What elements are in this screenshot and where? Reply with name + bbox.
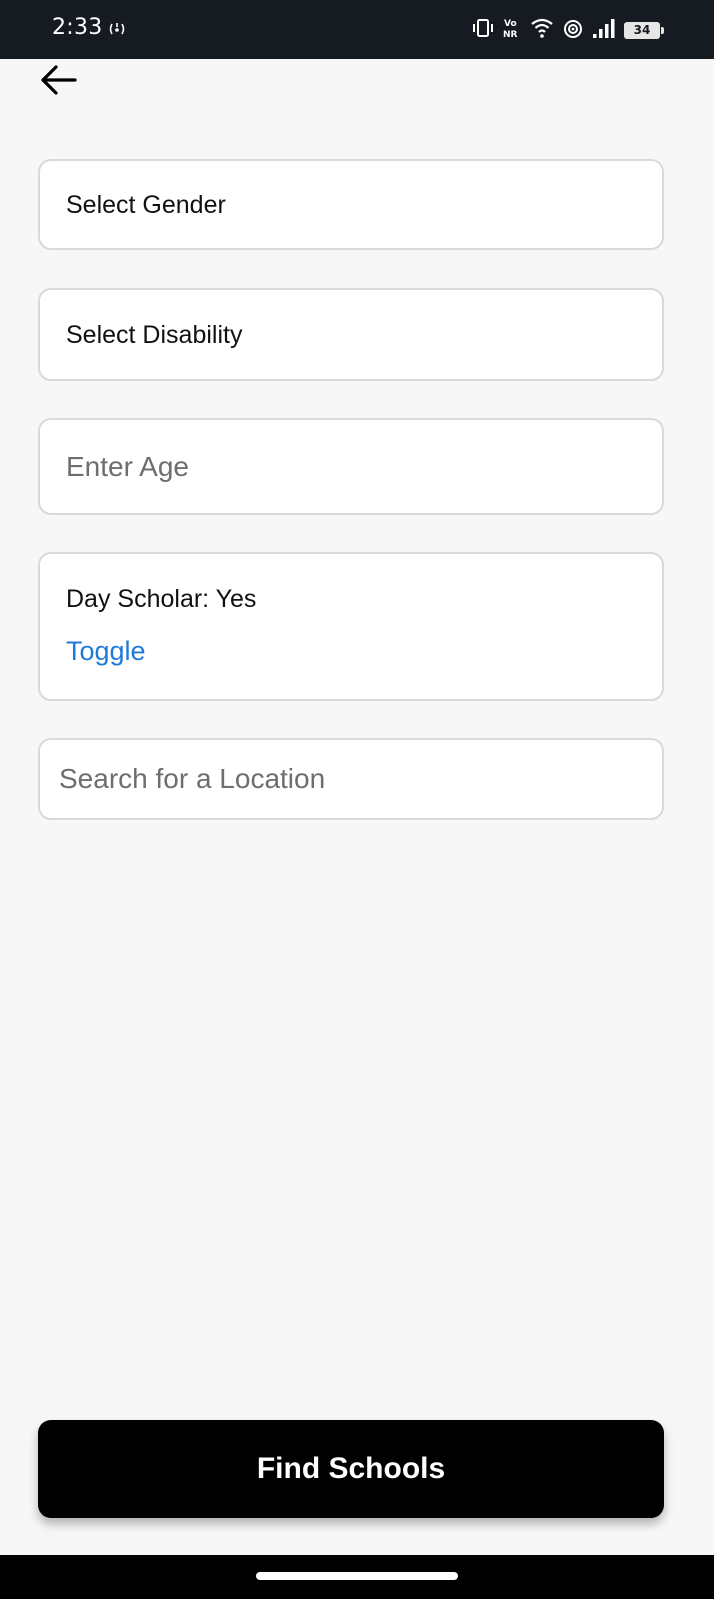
svg-text:Vo: Vo bbox=[504, 19, 517, 29]
age-input[interactable] bbox=[40, 420, 662, 513]
toggle-button[interactable]: Toggle bbox=[66, 636, 146, 667]
age-field-container bbox=[38, 418, 664, 515]
back-button[interactable] bbox=[38, 60, 82, 100]
gender-select[interactable]: Select Gender bbox=[38, 159, 664, 250]
day-scholar-card: Day Scholar: Yes Toggle bbox=[38, 552, 664, 701]
navigation-bar bbox=[0, 1555, 714, 1599]
vonr-icon: Vo NR bbox=[502, 17, 522, 44]
signal-icon bbox=[592, 17, 616, 44]
hotspot-icon bbox=[106, 20, 128, 43]
svg-text:NR: NR bbox=[503, 30, 518, 39]
disability-select[interactable]: Select Disability bbox=[38, 288, 664, 381]
status-time: 2:33 bbox=[52, 15, 103, 40]
status-icons: Vo NR 34 bbox=[472, 17, 664, 44]
day-scholar-status: Day Scholar: Yes bbox=[66, 585, 257, 613]
hotspot-ring-icon bbox=[562, 17, 584, 44]
gender-select-label: Select Gender bbox=[66, 191, 226, 219]
vibrate-icon bbox=[472, 17, 494, 44]
wifi-icon bbox=[530, 17, 554, 44]
find-schools-button[interactable]: Find Schools bbox=[38, 1420, 664, 1518]
battery-icon: 34 bbox=[624, 21, 664, 39]
disability-select-label: Select Disability bbox=[66, 321, 243, 349]
location-search-input[interactable] bbox=[40, 740, 662, 818]
status-bar: 2:33 Vo NR 34 bbox=[0, 0, 714, 59]
back-arrow-icon bbox=[41, 65, 77, 95]
location-field-container bbox=[38, 738, 664, 820]
home-indicator[interactable] bbox=[256, 1572, 458, 1580]
